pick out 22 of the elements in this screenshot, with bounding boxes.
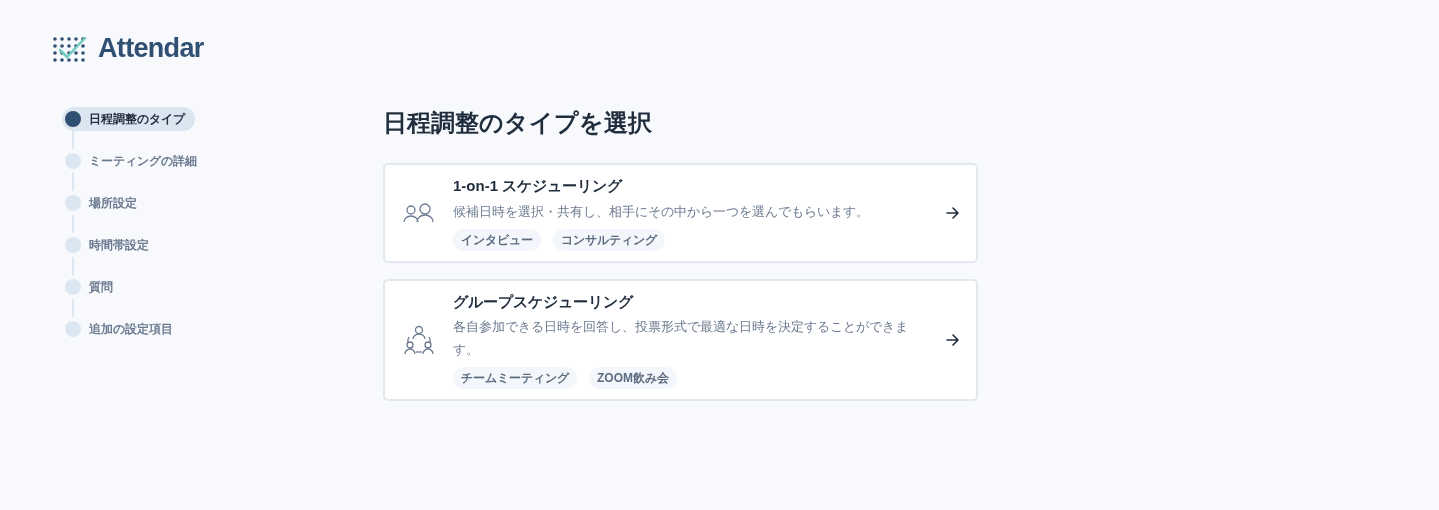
option-description: 候補日時を選択・共有し、相手にその中から一つを選んでもらいます。 xyxy=(453,202,870,221)
people-icon xyxy=(403,202,435,223)
group-icon xyxy=(403,324,435,355)
tag: チームミーティング xyxy=(453,367,577,389)
scheduling-option-card[interactable]: 1-on-1 スケジューリング 候補日時を選択・共有し、相手にその中から一つを選んでもらいます。 インタビュー コンサルティング xyxy=(383,163,978,263)
step-item[interactable]: 質問 xyxy=(62,275,123,299)
page-heading: 日程調整のタイプを選択 xyxy=(383,108,653,138)
step-item[interactable]: 場所設定 xyxy=(62,191,147,215)
tag: コンサルティング xyxy=(553,228,665,251)
step-item[interactable]: ミーティングの詳細 xyxy=(62,149,207,173)
scheduling-option-card[interactable]: グループスケジューリング 各自参加できる日時を回答し、投票形式で最適な日時を決定することができます。 チームミーティング ZOOM飲み会 xyxy=(383,278,978,401)
step-item[interactable]: 追加の設定項目 xyxy=(62,317,183,341)
step-item[interactable]: 日程調整のタイプ xyxy=(62,107,195,131)
step-item[interactable]: 時間帯設定 xyxy=(62,233,159,257)
tag: インタビュー xyxy=(453,228,541,251)
arrow-right-icon xyxy=(946,333,960,346)
logo-text: Attendar xyxy=(98,35,204,62)
option-description: 各自参加できる日時を回答し、投票形式で最適な日時を決定することができます。 xyxy=(453,318,909,359)
arrow-right-icon xyxy=(946,206,960,219)
option-title: 1-on-1 スケジューリング xyxy=(453,176,624,196)
option-title: グループスケジューリング xyxy=(453,291,635,312)
tag: ZOOM飲み会 xyxy=(589,367,677,389)
